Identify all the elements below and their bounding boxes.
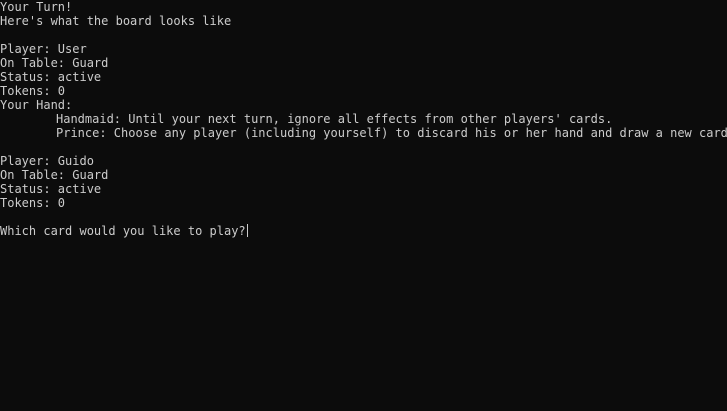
hand-card-prince: Prince: Choose any player (including you…: [56, 126, 727, 140]
hand-card-handmaid: Handmaid: Until your next turn, ignore a…: [56, 112, 613, 126]
turn-heading: Your Turn!: [0, 0, 73, 14]
player-tokens: Tokens: 0: [0, 196, 66, 210]
terminal-window[interactable]: Your Turn! Here's what the board looks l…: [0, 0, 727, 411]
player-tokens: Tokens: 0: [0, 84, 66, 98]
player-status: Status: active: [0, 70, 102, 84]
hand-label: Your Hand:: [0, 98, 73, 112]
prompt-text: Which card would you like to play?: [0, 224, 246, 238]
player-name: Player: Guido: [0, 154, 94, 168]
on-table-card: On Table: Guard: [0, 56, 109, 70]
card-prompt[interactable]: Which card would you like to play?: [0, 224, 727, 238]
player-status: Status: active: [0, 182, 102, 196]
text-cursor: [246, 224, 248, 237]
board-intro-text: Here's what the board looks like: [0, 14, 232, 28]
player-block-user: Player: User On Table: Guard Status: act…: [0, 42, 727, 140]
on-table-card: On Table: Guard: [0, 168, 109, 182]
player-name: Player: User: [0, 42, 87, 56]
player-block-guido: Player: Guido On Table: Guard Status: ac…: [0, 154, 727, 210]
